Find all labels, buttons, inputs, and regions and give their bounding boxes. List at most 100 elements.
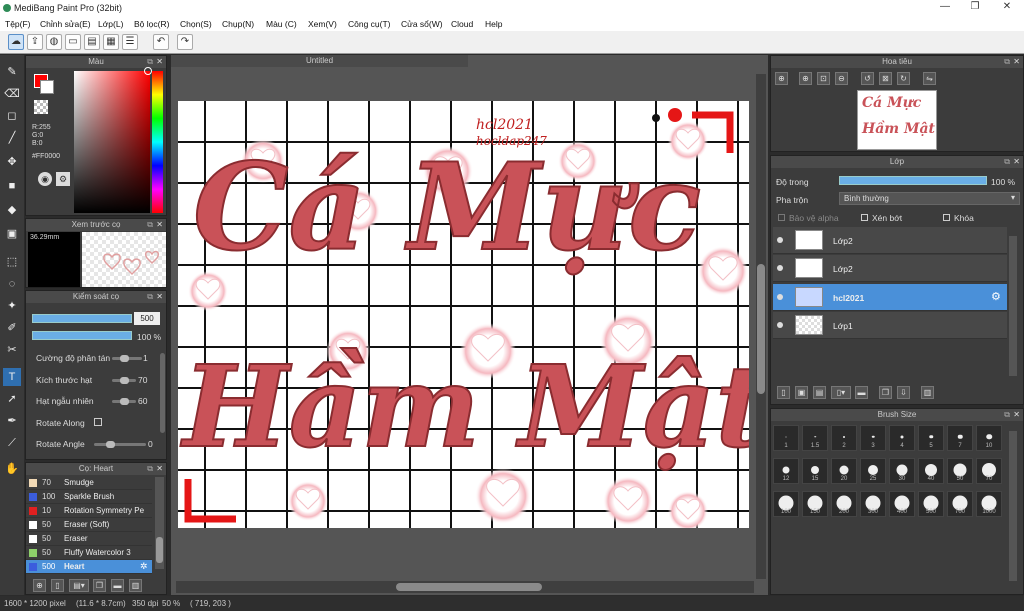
share-icon[interactable]: ⇪ [27, 34, 43, 50]
brush-size-preset[interactable]: 12 [773, 458, 799, 484]
menu-help[interactable]: Help [485, 19, 502, 29]
transparent-swatch[interactable] [34, 100, 48, 114]
layer-row[interactable]: Lớp2 [773, 227, 1007, 254]
brush-size-scrollbar[interactable] [1009, 431, 1017, 581]
particle-size-knob[interactable] [120, 377, 129, 384]
bucket-tool-icon[interactable]: ◆ [3, 201, 21, 219]
brush-list-scrollbar[interactable] [155, 477, 164, 569]
magic-wand-tool-icon[interactable]: ✦ [3, 297, 21, 315]
menu-select[interactable]: Chọn(S) [180, 19, 212, 29]
brush-size-preset[interactable]: 150 [802, 491, 828, 517]
layer-row[interactable]: Lớp2 [773, 255, 1007, 282]
brush-size-input[interactable]: 500 [134, 312, 160, 325]
new-brush-icon[interactable]: ▯ [51, 579, 64, 592]
brush-size-preset[interactable]: 1000 [976, 491, 1002, 517]
zoom-out-icon[interactable]: ⊖ [835, 72, 848, 85]
lasso-tool-icon[interactable]: ◌ [3, 275, 21, 293]
redo-icon[interactable]: ↷ [177, 34, 193, 50]
brush-item[interactable]: 100 Sparkle Brush [26, 490, 152, 504]
menu-layer[interactable]: Lớp(L) [98, 19, 123, 29]
menu-edit[interactable]: Chỉnh sửa(E) [40, 19, 91, 29]
clipping-checkbox[interactable] [861, 214, 868, 221]
minimize-button[interactable]: — [930, 1, 960, 12]
visibility-eye-icon[interactable] [777, 237, 783, 243]
brush-size-preset[interactable]: 5 [918, 425, 944, 451]
brush-item[interactable]: 50 Eraser (Soft) [26, 518, 152, 532]
undo-icon[interactable]: ↶ [153, 34, 169, 50]
close-button[interactable]: ✕ [992, 1, 1022, 12]
maximize-button[interactable]: ❐ [960, 1, 990, 12]
saturation-value-picker[interactable] [74, 71, 150, 213]
palette-icon[interactable]: ◉ [38, 172, 52, 186]
eraser-tool-icon[interactable]: ⌫ [3, 85, 21, 103]
close-icon[interactable]: ✕ [156, 291, 163, 303]
menu-snap[interactable]: Chụp(N) [222, 19, 254, 29]
chat-icon[interactable]: ▭ [65, 34, 81, 50]
rotate-right-icon[interactable]: ↻ [897, 72, 910, 85]
vertical-scrollbar[interactable] [756, 74, 766, 579]
brush-size-preset[interactable]: 70 [976, 458, 1002, 484]
close-icon[interactable]: ✕ [1013, 56, 1020, 68]
brush-control-scrollbar[interactable] [160, 353, 165, 433]
close-icon[interactable]: ✕ [156, 56, 163, 68]
lock-checkbox[interactable] [943, 214, 950, 221]
menu-filter[interactable]: Bộ lọc(R) [134, 19, 169, 29]
duplicate-layer-icon[interactable]: ❐ [879, 386, 892, 399]
fit-icon[interactable]: ⊡ [817, 72, 830, 85]
color-settings-icon[interactable]: ⚙ [56, 172, 70, 186]
rotate-angle-knob[interactable] [106, 441, 115, 448]
document-tab[interactable]: Untitled [171, 55, 468, 67]
zoom-icon[interactable]: ⊕ [799, 72, 812, 85]
menu-window[interactable]: Cửa sổ(W) [401, 19, 443, 29]
popout-icon[interactable]: ⧉ [147, 463, 153, 475]
operation-tool-icon[interactable]: ➚ [3, 390, 21, 408]
brush-item[interactable]: 70 Smudge [26, 476, 152, 490]
copy-brush-icon[interactable]: ❐ [93, 579, 106, 592]
layer-settings-icon[interactable]: ⚙ [991, 290, 1001, 303]
blend-mode-select[interactable]: Bình thường ▾ [839, 192, 1020, 205]
rotate-angle-slider[interactable] [94, 443, 146, 446]
menu-color[interactable]: Màu (C) [266, 19, 297, 29]
layer-row-selected[interactable]: hcl2021 ⚙ [773, 284, 1007, 311]
brush-size-preset[interactable]: 500 [918, 491, 944, 517]
popout-icon[interactable]: ⧉ [147, 219, 153, 231]
close-icon[interactable]: ✕ [156, 219, 163, 231]
layer-add-menu-icon[interactable]: ▯▾ [831, 386, 851, 399]
rotate-along-checkbox[interactable] [94, 418, 102, 426]
popout-icon[interactable]: ⧉ [1004, 56, 1010, 68]
dot-tool-icon[interactable]: ◻ [3, 107, 21, 125]
divide-tool-icon[interactable]: ⟋ [3, 434, 21, 452]
brush-size-preset[interactable]: 1 [773, 425, 799, 451]
cloud-icon[interactable]: ☁ [8, 34, 24, 50]
brush-size-preset[interactable]: 15 [802, 458, 828, 484]
visibility-eye-icon[interactable] [777, 322, 783, 328]
brush-size-preset[interactable]: 20 [831, 458, 857, 484]
rotate-left-icon[interactable]: ↺ [861, 72, 874, 85]
add-brush-icon[interactable]: ⊕ [33, 579, 46, 592]
fill-rect-tool-icon[interactable]: ■ [3, 177, 21, 195]
brush-size-preset[interactable]: 200 [831, 491, 857, 517]
brush-item[interactable]: 50 Eraser [26, 532, 152, 546]
layer-opacity-bar[interactable] [839, 176, 987, 185]
random-particle-knob[interactable] [120, 398, 129, 405]
popout-icon[interactable]: ⧉ [1004, 156, 1010, 168]
menu-view[interactable]: Xem(V) [308, 19, 337, 29]
brush-size-preset[interactable]: 3 [860, 425, 886, 451]
popout-icon[interactable]: ⧉ [147, 291, 153, 303]
move-tool-icon[interactable]: ✥ [3, 153, 21, 171]
brush-item-selected[interactable]: 500 Heart ✲ [26, 560, 152, 574]
flip-icon[interactable]: ⇋ [923, 72, 936, 85]
delete-layer-icon[interactable]: ▥ [921, 386, 934, 399]
brush-item[interactable]: 50 Fluffy Watercolor 3 [26, 546, 152, 560]
new-8bit-layer-icon[interactable]: ▤ [813, 386, 826, 399]
brush-opacity-bar[interactable] [32, 331, 132, 340]
layer-row[interactable]: Lớp1 [773, 312, 1007, 339]
brush-size-preset[interactable]: 30 [889, 458, 915, 484]
brush-size-preset[interactable]: 1.5 [802, 425, 828, 451]
visibility-eye-icon[interactable] [777, 294, 783, 300]
menu-cloud[interactable]: Cloud [451, 19, 473, 29]
brush-size-preset[interactable]: 700 [947, 491, 973, 517]
navigator-thumbnail[interactable]: Cá Mực Hầm Mật [857, 90, 937, 150]
new-halftone-layer-icon[interactable]: ▣ [795, 386, 808, 399]
eyedropper-tool-icon[interactable]: ✒ [3, 412, 21, 430]
